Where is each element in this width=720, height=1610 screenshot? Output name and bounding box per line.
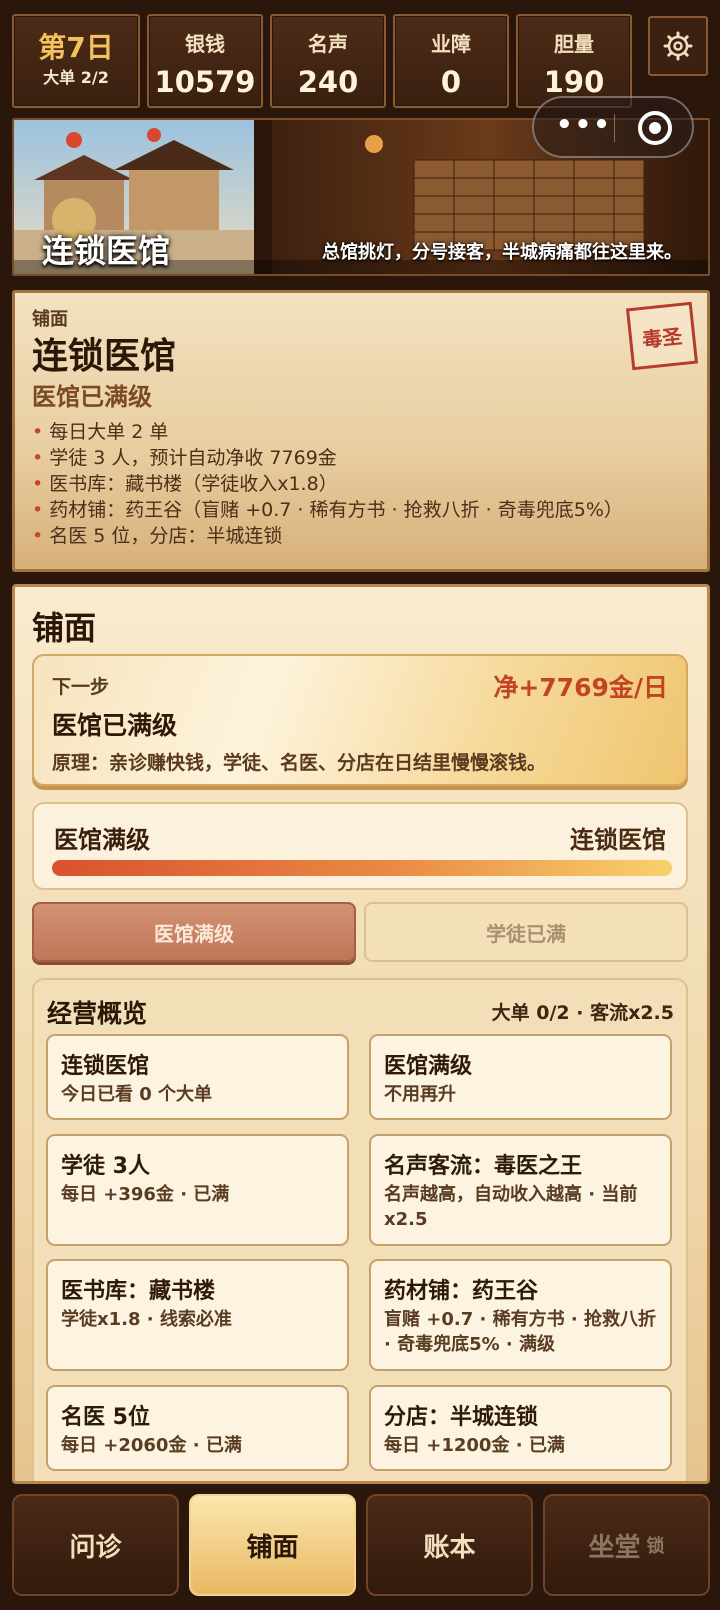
mini-program-capsule: ••• (532, 96, 694, 158)
cell-desc: 学徒x1.8 · 线索必准 (61, 1309, 232, 1330)
cell-title: 连锁医馆 (61, 1054, 150, 1079)
list-item: 学徒 3 人，预计自动净收 7769金 (32, 445, 623, 471)
cell-desc: 每日 +396金 · 已满 (61, 1184, 230, 1205)
close-target-icon[interactable] (638, 111, 672, 145)
day-label: 第7日 (38, 31, 114, 64)
list-item: 每日大单 2 单 (32, 419, 623, 445)
tab-consult[interactable]: 问诊 (12, 1494, 179, 1596)
stat-fame: 名声 240 (270, 14, 386, 108)
tab-label: 坐堂 (588, 1532, 641, 1563)
stat-nerve: 胆量 190 (516, 14, 632, 108)
stat-value: 240 (297, 65, 359, 99)
title-stamp: 毒圣 (625, 301, 699, 371)
gear-icon (663, 31, 693, 61)
cell-desc: 今日已看 0 个大单 (61, 1084, 213, 1105)
list-item: 名医 5 位，分店：半城连锁 (32, 523, 623, 549)
stat-label: 业障 (431, 32, 471, 56)
next-step-label: 下一步 (52, 676, 110, 698)
banner-title: 连锁医馆 (42, 232, 171, 270)
tab-shop[interactable]: 铺面 (189, 1494, 356, 1596)
progress-fill (52, 860, 672, 876)
tab-sit-hall[interactable]: 坐堂 锁 (543, 1494, 710, 1596)
stat-value: 190 (543, 65, 605, 99)
stat-karma: 业障 0 (393, 14, 509, 108)
overview-cell-clinic-level[interactable]: 医馆满级 不用再升 (369, 1034, 672, 1120)
overview-cell-apprentices[interactable]: 学徒 3人 每日 +396金 · 已满 (46, 1134, 349, 1246)
stat-value: 10579 (154, 65, 256, 99)
net-income-value: 净+7769金/日 (493, 673, 668, 702)
list-item: 医书库：藏书楼（学徒收入x1.8） (32, 471, 623, 497)
shop-info-card: 铺面 连锁医馆 毒圣 医馆已满级 每日大单 2 单 学徒 3 人，预计自动净收 … (12, 290, 710, 572)
business-overview: 经营概览 大单 0/2 · 客流x2.5 连锁医馆 今日已看 0 个大单 医馆满… (32, 978, 688, 1481)
stat-silver: 银钱 10579 (147, 14, 263, 108)
more-dots-icon[interactable]: ••• (556, 110, 612, 140)
list-item: 药材铺：药王谷（盲赌 +0.7 · 稀有方书 · 抢救八折 · 奇毒兜底5%） (32, 497, 623, 523)
stats-bar: 第7日 大单 2/2 银钱 10579 名声 240 业障 0 胆量 190 (12, 14, 710, 108)
clinic-max-level-button[interactable]: 医馆满级 (32, 902, 356, 962)
cell-title: 医馆满级 (384, 1054, 473, 1079)
lock-label: 锁 (646, 1536, 665, 1557)
cell-desc: 盲赌 +0.7 · 稀有方书 · 抢救八折 · 奇毒兜底5% · 满级 (384, 1309, 656, 1355)
overview-cell-famous-doctors[interactable]: 名医 5位 每日 +2060金 · 已满 (46, 1385, 349, 1471)
overview-cell-library[interactable]: 医书库：藏书楼 学徒x1.8 · 线索必准 (46, 1259, 349, 1371)
cell-desc: 每日 +2060金 · 已满 (61, 1435, 242, 1456)
cell-title: 药材铺：药王谷 (384, 1279, 539, 1304)
cell-desc: 不用再升 (384, 1084, 456, 1105)
capsule-divider (614, 114, 615, 142)
day-counter: 第7日 大单 2/2 (12, 14, 140, 108)
progress-right-label: 连锁医馆 (570, 826, 666, 854)
big-order-counter: 大单 2/2 (43, 68, 109, 87)
cell-title: 学徒 3人 (61, 1154, 150, 1179)
overview-title: 经营概览 (47, 999, 148, 1028)
overview-cell-herb-shop[interactable]: 药材铺：药王谷 盲赌 +0.7 · 稀有方书 · 抢救八折 · 奇毒兜底5% ·… (369, 1259, 672, 1371)
shop-name: 连锁医馆 (32, 336, 177, 377)
next-step-description: 原理：亲诊赚快钱，学徒、名医、分店在日结里慢慢滚钱。 (52, 752, 547, 774)
cell-title: 名声客流：毒医之王 (384, 1154, 583, 1179)
shop-status: 医馆已满级 (32, 383, 152, 411)
level-progress-card: 医馆满级 连锁医馆 (32, 802, 688, 890)
overview-cell-fame-traffic[interactable]: 名声客流：毒医之王 名声越高，自动收入越高 · 当前x2.5 (369, 1134, 672, 1246)
next-step-title: 医馆已满级 (52, 711, 178, 740)
apprentice-full-button[interactable]: 学徒已满 (364, 902, 688, 962)
shop-detail-list: 每日大单 2 单 学徒 3 人，预计自动净收 7769金 医书库：藏书楼（学徒收… (32, 419, 623, 549)
level-progress-bar (52, 860, 672, 876)
progress-left-label: 医馆满级 (54, 826, 150, 854)
stat-label: 名声 (308, 32, 348, 56)
cell-title: 名医 5位 (61, 1405, 150, 1430)
stat-value: 0 (440, 65, 462, 99)
cell-desc: 每日 +1200金 · 已满 (384, 1435, 565, 1456)
panel-title: 铺面 (32, 609, 97, 647)
tab-ledger[interactable]: 账本 (366, 1494, 533, 1596)
settings-button[interactable] (648, 16, 708, 76)
next-step-card[interactable]: 下一步 净+7769金/日 医馆已满级 原理：亲诊赚快钱，学徒、名医、分店在日结… (32, 654, 688, 786)
banner-description: 总馆挑灯，分号接客，半城病痛都往这里来。 (322, 242, 682, 263)
shop-panel: 铺面 下一步 净+7769金/日 医馆已满级 原理：亲诊赚快钱，学徒、名医、分店… (12, 584, 710, 1484)
cell-title: 医书库：藏书楼 (61, 1279, 216, 1304)
bottom-nav: 问诊 铺面 账本 坐堂 锁 (12, 1494, 710, 1596)
stat-label: 银钱 (185, 32, 225, 56)
overview-cell-branches[interactable]: 分店：半城连锁 每日 +1200金 · 已满 (369, 1385, 672, 1471)
overview-cell-chain-clinic[interactable]: 连锁医馆 今日已看 0 个大单 (46, 1034, 349, 1120)
stat-label: 胆量 (554, 32, 594, 56)
overview-meta: 大单 0/2 · 客流x2.5 (491, 1002, 674, 1024)
cell-desc: 名声越高，自动收入越高 · 当前x2.5 (384, 1184, 638, 1230)
cell-title: 分店：半城连锁 (384, 1405, 539, 1430)
